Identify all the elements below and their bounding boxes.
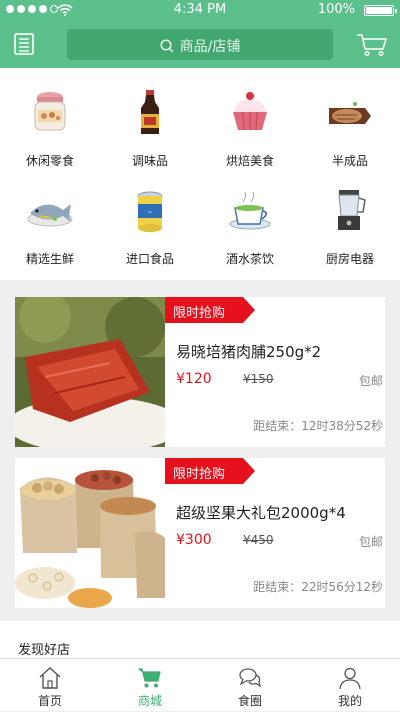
category-fresh[interactable]: 精选生鲜 (0, 166, 100, 266)
category-drinks[interactable]: 酒水茶饮 (200, 166, 300, 266)
countdown-timer: 距结束：22时56分12秒 (253, 580, 383, 594)
category-semi-finished[interactable]: 半成品 (300, 68, 400, 168)
tab-label: 商城 (137, 694, 162, 708)
tea-cup-icon (229, 191, 271, 230)
tab-profile[interactable]: 我的 (300, 659, 400, 712)
category-imported[interactable]: ~ 进口食品 (100, 166, 200, 266)
flash-sale-tag-bg (165, 297, 255, 323)
search-input[interactable]: 商品/店铺 (67, 29, 333, 60)
category-seasoning[interactable]: 调味品 (100, 68, 200, 168)
blender-icon (338, 190, 366, 230)
product-title: 超级坚果大礼包2000g*4 (176, 504, 346, 522)
product-price: ¥120 (176, 371, 212, 387)
category-snacks[interactable]: 休闲零食 (0, 68, 100, 168)
free-shipping-label: 包邮 (358, 535, 383, 549)
category-bakery[interactable]: 烘焙美食 (200, 68, 300, 168)
free-shipping-label: 包邮 (358, 374, 383, 388)
tab-label: 首页 (37, 694, 62, 708)
flash-sale-card[interactable]: 限时抢购 超级坚果大礼包2000g*4 ¥300 ¥450 包邮 距结束：22时… (15, 458, 385, 608)
tab-mall[interactable]: 商城 (100, 659, 200, 712)
shopping-cart-icon[interactable] (356, 33, 388, 57)
product-image-nuts (15, 458, 165, 608)
battery-icon (364, 5, 397, 16)
user-icon (339, 667, 361, 690)
category-label: 进口食品 (125, 252, 174, 266)
tab-label: 食圈 (237, 694, 262, 708)
home-icon (39, 667, 61, 689)
category-label: 厨房电器 (325, 252, 374, 266)
shopping-cart-icon (138, 668, 161, 688)
product-title: 易晓培猪肉脯250g*2 (176, 343, 322, 361)
category-label: 精选生鲜 (25, 252, 74, 266)
category-appliances[interactable]: 厨房电器 (300, 166, 400, 266)
canned-food-icon: ~ (137, 191, 163, 232)
category-grid: 休闲零食 调味品 烘焙美食 半成品 精选生鲜 ~ 进口食品 酒水茶饮 厨房电器 (0, 68, 400, 280)
search-icon (160, 39, 174, 53)
tab-food-circle[interactable]: 食圈 (200, 659, 300, 712)
flash-sale-tag-bg (165, 458, 255, 484)
countdown-timer: 距结束：12时38分52秒 (253, 419, 383, 433)
flash-sale-card[interactable]: 限时抢购 易晓培猪肉脯250g*2 ¥120 ¥150 包邮 距结束：12时38… (15, 297, 385, 447)
snack-jar-icon (34, 92, 66, 131)
original-price: ¥450 (243, 533, 274, 547)
original-price: ¥150 (243, 372, 274, 386)
discover-shops-section: 发现好店 (0, 621, 400, 658)
search-placeholder: 商品/店铺 (179, 39, 241, 55)
menu-list-icon[interactable] (14, 33, 34, 55)
category-label: 酒水茶饮 (225, 252, 274, 266)
bottom-tab-bar: 首页 商城 食圈 我的 (0, 658, 400, 711)
svg-text:~: ~ (147, 209, 152, 216)
section-title: 发现好店 (18, 643, 71, 658)
product-price: ¥300 (176, 532, 212, 548)
status-bar: 4:34 PM 100% (0, 0, 400, 20)
steak-icon (329, 102, 371, 124)
battery-percentage: 100% (317, 2, 355, 17)
tab-label: 我的 (337, 694, 362, 708)
chat-bubble-icon (239, 668, 262, 688)
cupcake-icon (233, 92, 267, 131)
soy-sauce-bottle-icon (141, 90, 159, 134)
tab-home[interactable]: 首页 (0, 659, 100, 712)
app-header: 商品/店铺 (0, 20, 400, 68)
fish-icon (27, 204, 73, 227)
product-image-jerky (15, 297, 165, 447)
